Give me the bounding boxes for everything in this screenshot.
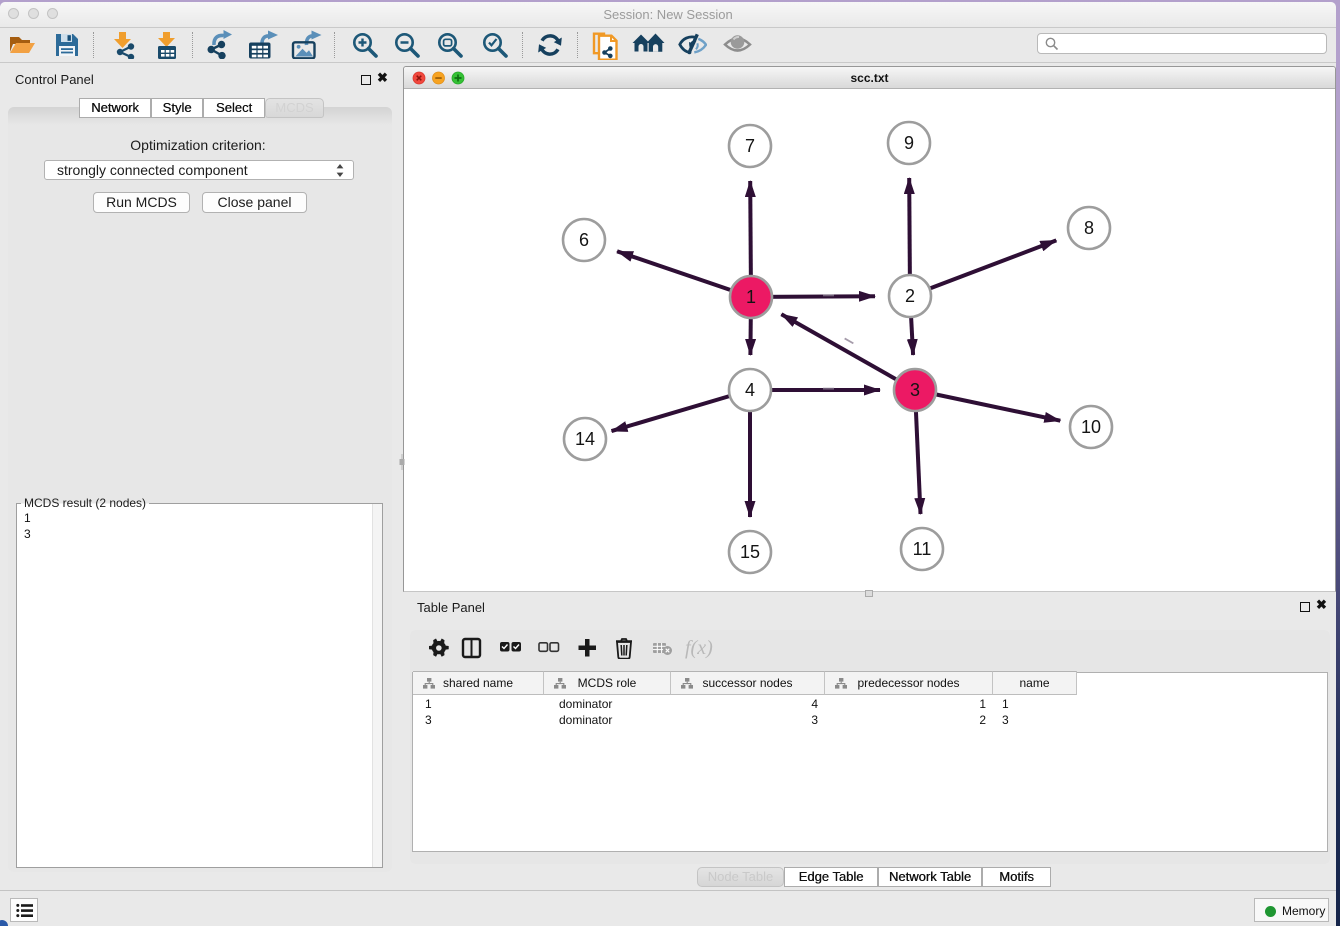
svg-text:4: 4 [745,380,755,400]
svg-text:1: 1 [746,287,756,307]
svg-text:8: 8 [1084,218,1094,238]
svg-text:11: 11 [913,539,932,559]
svg-text:3: 3 [910,380,920,400]
svg-text:6: 6 [579,230,589,250]
svg-text:7: 7 [745,136,755,156]
svg-text:9: 9 [904,133,914,153]
svg-text:2: 2 [905,286,915,306]
svg-text:10: 10 [1081,417,1101,437]
svg-text:f(x): f(x) [685,637,713,659]
svg-text:14: 14 [575,429,595,449]
svg-text:15: 15 [740,542,760,562]
